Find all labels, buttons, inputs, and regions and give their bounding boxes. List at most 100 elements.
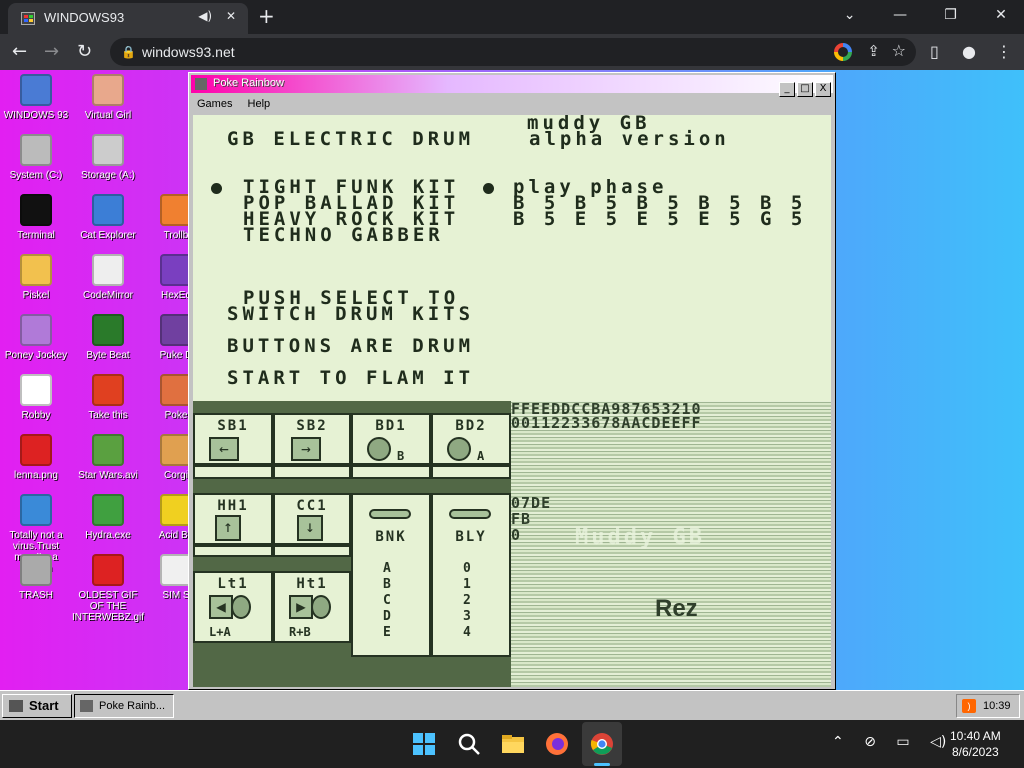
app-icon [80,700,93,712]
new-tab-button[interactable]: + [258,4,275,28]
desktop-icon-label: Byte Beat [86,350,130,361]
desktop-icon[interactable]: Hydra.exe [72,494,144,541]
bookmark-star-icon[interactable]: ☆ [892,41,906,60]
pad-cc1[interactable]: CC1 ↓ [273,493,351,545]
restore-icon[interactable]: ❐ [928,0,974,30]
pad-combo: L+A [209,625,231,639]
pad-ht1[interactable]: Ht1 ▶ R+B [273,571,351,643]
yoda-icon [92,434,124,466]
desktop-icon[interactable]: lenna.png [0,434,72,481]
taskbar-item-poke-rainbow[interactable]: Poke Rainb... [74,694,174,718]
desktop-icon[interactable]: Robby [0,374,72,421]
windows-taskbar: ⌃ ⊘ ▭ ◁) 10:40 AM 8/6/2023 [0,720,1024,768]
desktop-icon[interactable]: Star Wars.avi [72,434,144,481]
google-lens-icon[interactable] [834,43,852,61]
pad-sb2[interactable]: SB2 → [273,413,351,465]
desktop-icon[interactable]: Poney Jockey [0,314,72,361]
desktop-icon[interactable]: Storage (A:) [72,134,144,181]
win93-logo-icon [9,700,23,712]
network-icon[interactable]: ⊘ [864,734,876,750]
chrome-menu-icon[interactable]: ⋮ [996,42,1012,61]
tray-clock[interactable]: 10:39 [983,695,1011,717]
lock-icon[interactable]: 🔒 [121,45,136,59]
menu-games[interactable]: Games [197,98,232,110]
system-clock[interactable]: 10:40 AM 8/6/2023 [950,728,1001,760]
pony-icon [20,314,52,346]
display-icon[interactable]: ▭ [896,734,909,750]
desktop-icon[interactable]: OLDEST GIF OF THE INTERWEBZ.gif [72,554,144,623]
tab-close-icon[interactable]: ✕ [226,9,236,23]
pad-bd1[interactable]: BD1 B [351,413,431,465]
desktop-icon[interactable]: Virtual Girl [72,74,144,121]
window-close-button[interactable]: X [815,82,831,97]
kit-selected-bullet [211,183,222,194]
win93-taskbar: Start Poke Rainb... ) 10:39 [0,690,1024,720]
desktop-icon-label: Cat Explorer [80,230,136,241]
desktop-icon[interactable]: Take this [72,374,144,421]
rss-icon[interactable]: ) [962,699,976,713]
file-explorer-icon[interactable] [499,730,527,758]
desktop-icon[interactable]: CodeMirror [72,254,144,301]
pad-spacer [273,465,351,479]
game-screen[interactable]: GB ELECTRIC DRUM muddy GB alpha version … [193,115,831,687]
tab-list-icon[interactable]: ⌄ [827,0,873,30]
stickman-icon [20,374,52,406]
desktop-icon[interactable]: System (C:) [0,134,72,181]
desktop-icon[interactable]: WINDOWS 93 [0,74,72,121]
desktop-icon-label: lenna.png [14,470,58,481]
browser-tab[interactable]: WINDOWS93 ◀) ✕ [8,3,248,34]
window-titlebar[interactable]: Poke Rainbow _ □ X [191,75,833,97]
desktop-icon[interactable]: Byte Beat [72,314,144,361]
pad-sb1[interactable]: SB1 ← [193,413,273,465]
volume-icon[interactable]: ◁) [930,734,946,750]
url-text[interactable]: windows93.net [142,44,235,60]
poke-rainbow-window: Poke Rainbow _ □ X Games Help GB ELECTRIC … [188,72,836,690]
pad-bly[interactable]: BLY 0 1 2 3 4 [431,493,511,657]
side-panel-icon[interactable]: ▯ [930,42,939,61]
rez-signature: Rez [655,595,698,622]
desktop-icon[interactable]: Piskel [0,254,72,301]
windows-start-icon[interactable] [410,730,438,758]
down-arrow-icon: ↓ [297,515,323,541]
window-minimize-button[interactable]: _ [779,82,795,97]
palette-icon [20,254,52,286]
pad-lt1[interactable]: Lt1 ◀ L+A [193,571,273,643]
instruction-line: BUTTONS ARE DRUM [227,335,475,357]
search-icon[interactable] [455,730,483,758]
sprite-icon [92,374,124,406]
desktop-icon[interactable]: TRASH [0,554,72,601]
desktop-icon[interactable]: Cat Explorer [72,194,144,241]
tray-chevron-icon[interactable]: ⌃ [832,734,844,750]
forward-button[interactable]: → [44,41,59,62]
profile-icon[interactable]: ● [962,42,976,61]
tab-mute-icon[interactable]: ◀) [198,9,212,23]
drum-pad-panel: SB1 ← SB2 → BD1 B BD2 A HH1 ↑ CC1 ↓ BNK … [193,401,511,687]
clock-time: 10:40 AM [950,729,1001,743]
minimize-icon[interactable]: — [877,0,923,30]
pad-bd2[interactable]: BD2 A [431,413,511,465]
share-icon[interactable]: ⇪ [867,42,880,60]
back-button[interactable]: ← [12,41,27,62]
window-maximize-button[interactable]: □ [797,82,813,97]
floppy-drive-icon [92,134,124,166]
pad-label: HH1 [217,498,249,514]
address-bar[interactable]: 🔒 windows93.net ⇪ ☆ [110,38,916,66]
desktop-icon-label: Storage (A:) [81,170,135,181]
pad-hh1[interactable]: HH1 ↑ [193,493,273,545]
chrome-icon[interactable] [588,730,616,758]
firefox-icon[interactable] [543,730,571,758]
start-label: Start [29,698,59,713]
pad-bnk[interactable]: BNK A B C D E [351,493,431,657]
desktop-icon-label: CodeMirror [82,290,133,301]
start-button[interactable]: Start [2,694,72,718]
reload-button[interactable]: ↻ [77,41,92,62]
menu-help[interactable]: Help [248,98,271,110]
right-arrow-icon: → [291,437,321,461]
right-shoulder-icon: ▶ [289,595,313,619]
hex-value: 0 [511,526,522,544]
win93-desktop: WINDOWS 93 Virtual Girl System (C:) Storage… [0,70,1024,720]
pad-sub: B [397,449,405,463]
desktop-icon[interactable]: Terminal [0,194,72,241]
app-icon [195,78,207,90]
close-window-icon[interactable]: ✕ [978,0,1024,30]
